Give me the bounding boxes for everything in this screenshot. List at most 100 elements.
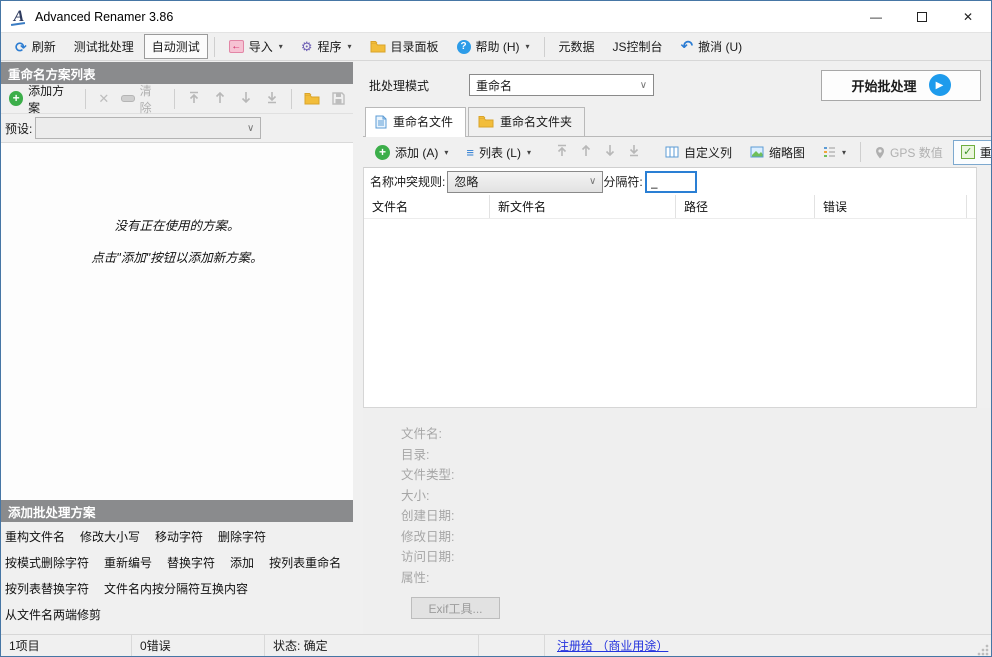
- info-attributes-label: 属性:: [401, 570, 430, 585]
- chevron-down-icon: ∨: [639, 79, 648, 91]
- tab-rename-files[interactable]: 重命名文件: [365, 107, 467, 137]
- app-window: A Advanced Renamer 3.86 — ✕ ⟳ 刷新 测试批处理 自…: [0, 0, 992, 657]
- move-up-button[interactable]: [575, 142, 597, 162]
- column-header-new-filename[interactable]: 新文件名: [490, 195, 676, 218]
- register-link[interactable]: 注册给 （商业用途）: [545, 637, 668, 654]
- add-files-button[interactable]: + 添加 (A) ▾: [367, 140, 456, 165]
- method-row: 重构文件名 修改大小写 移动字符 删除字符: [5, 528, 349, 545]
- column-header-filename[interactable]: 文件名: [364, 195, 490, 218]
- test-batch-button[interactable]: 测试批处理: [66, 34, 142, 59]
- status-state: 状态: 确定: [265, 635, 479, 656]
- directory-panel-button[interactable]: 目录面板: [362, 34, 447, 59]
- exif-tool-button[interactable]: Exif工具...: [411, 597, 500, 619]
- metadata-button[interactable]: 元数据: [551, 34, 603, 59]
- move-down-button[interactable]: [235, 89, 257, 109]
- method-link[interactable]: 重新编号: [104, 554, 152, 571]
- save-icon: [332, 92, 345, 105]
- auto-test-toggle[interactable]: 自动测试: [143, 34, 208, 59]
- help-button[interactable]: ? 帮助 (H) ▾: [449, 34, 538, 59]
- method-link[interactable]: 重构文件名: [5, 528, 65, 545]
- move-down-button[interactable]: [599, 142, 621, 162]
- scheme-list-empty-area: 没有正在使用的方案。 点击"添加"按钮以添加新方案。: [1, 142, 353, 500]
- refresh-icon: ⟳: [15, 38, 27, 55]
- method-link[interactable]: 从文件名两端修剪: [5, 606, 101, 623]
- move-bottom-button[interactable]: [261, 89, 283, 109]
- programs-button[interactable]: ⚙ 程序 ▾: [293, 34, 360, 59]
- close-button[interactable]: ✕: [945, 1, 991, 32]
- file-info-panel: 文件名: 目录: 文件类型: 大小: 创建日期: 修改日期: 访问日期: 属性:…: [363, 408, 991, 634]
- statusbar: 1项目 0错误 状态: 确定 注册给 （商业用途）: [1, 634, 991, 656]
- view-options-button[interactable]: ▾: [815, 142, 854, 162]
- column-header-path[interactable]: 路径: [676, 195, 815, 218]
- add-method-button[interactable]: + 添加方案: [5, 80, 77, 118]
- move-bottom-button[interactable]: [623, 142, 645, 162]
- move-down-icon: [241, 91, 251, 103]
- open-preset-button[interactable]: [300, 90, 324, 107]
- js-console-button[interactable]: JS控制台: [605, 34, 671, 59]
- method-link[interactable]: 修改大小写: [80, 528, 140, 545]
- status-spacer: [479, 635, 545, 656]
- method-link[interactable]: 移动字符: [155, 528, 203, 545]
- column-header-error[interactable]: 错误: [815, 195, 967, 218]
- tab-rename-folders[interactable]: 重命名文件夹: [468, 107, 586, 136]
- separator-input[interactable]: [644, 170, 697, 193]
- conflict-rule-select[interactable]: 忽略 ∨: [447, 170, 604, 193]
- method-link[interactable]: 按列表重命名: [269, 554, 341, 571]
- move-up-icon: [215, 91, 225, 103]
- chevron-down-icon: ▾: [842, 147, 847, 157]
- method-link[interactable]: 文件名内按分隔符互换内容: [104, 580, 248, 597]
- info-directory-label: 目录:: [401, 447, 430, 462]
- gps-values-button[interactable]: GPS 数值: [867, 140, 951, 165]
- move-top-button[interactable]: [183, 89, 205, 109]
- move-down-icon: [605, 145, 615, 157]
- gears-icon: ⚙: [300, 39, 313, 54]
- info-filetype-label: 文件类型:: [401, 468, 455, 482]
- move-up-icon: [581, 144, 591, 156]
- empty-message-line1: 没有正在使用的方案。: [114, 219, 240, 233]
- minimize-button[interactable]: —: [853, 1, 899, 32]
- chevron-down-icon: ▾: [525, 42, 530, 51]
- undo-button[interactable]: ↶ 撤消 (U): [673, 34, 751, 59]
- preset-select[interactable]: ∨: [35, 117, 262, 139]
- chevron-down-icon: ∨: [589, 176, 597, 187]
- columns-icon: [665, 146, 679, 158]
- scheme-toolbar: + 添加方案 ✕ 清除: [1, 84, 353, 115]
- method-link[interactable]: 按模式删除字符: [5, 554, 89, 571]
- help-icon: ?: [456, 39, 471, 54]
- toolbar-separator: [291, 88, 293, 109]
- add-icon: +: [375, 144, 390, 160]
- play-icon: ▶: [928, 74, 951, 96]
- list-menu-button[interactable]: ≡ 列表 (L) ▾: [458, 140, 539, 165]
- refresh-button[interactable]: ⟳ 刷新: [7, 34, 64, 59]
- batch-mode-label: 批处理模式: [369, 78, 430, 93]
- method-link[interactable]: 删除字符: [218, 528, 266, 545]
- move-top-button[interactable]: [551, 142, 573, 162]
- preset-row: 预设: ∨: [1, 114, 353, 142]
- rename-match-toggle[interactable]: ✓ 重命名匹配: [952, 139, 991, 165]
- file-table-body[interactable]: [364, 219, 976, 407]
- method-link[interactable]: 替换字符: [167, 554, 215, 571]
- method-link[interactable]: 添加: [230, 554, 254, 571]
- method-link[interactable]: 按列表替换字符: [5, 580, 89, 597]
- maximize-button[interactable]: [899, 1, 945, 32]
- batch-mode-select[interactable]: 重命名 ∨: [469, 74, 655, 96]
- titlebar: A Advanced Renamer 3.86 — ✕: [1, 1, 991, 32]
- start-batch-button[interactable]: 开始批处理 ▶: [821, 69, 981, 101]
- column-header-filler: [967, 195, 976, 218]
- chevron-down-icon: ▾: [526, 147, 531, 157]
- clear-methods-button[interactable]: 清除: [117, 80, 166, 118]
- method-links: 重构文件名 修改大小写 移动字符 删除字符 按模式删除字符 重新编号 替换字符 …: [1, 522, 353, 634]
- separator-label: 分隔符:: [603, 175, 643, 189]
- thumbnails-button[interactable]: 缩略图: [742, 140, 813, 165]
- list-icon: ≡: [466, 144, 474, 160]
- remove-method-button[interactable]: ✕: [94, 89, 113, 109]
- view-options-icon: [824, 147, 836, 157]
- import-button[interactable]: ← 导入 ▾: [221, 34, 291, 59]
- save-preset-button[interactable]: [328, 90, 349, 107]
- resize-grip[interactable]: [977, 644, 989, 656]
- move-up-button[interactable]: [209, 89, 231, 109]
- custom-columns-button[interactable]: 自定义列: [657, 140, 740, 165]
- image-icon: [750, 146, 764, 158]
- chevron-down-icon: ▾: [444, 147, 449, 157]
- info-size-label: 大小:: [401, 488, 430, 503]
